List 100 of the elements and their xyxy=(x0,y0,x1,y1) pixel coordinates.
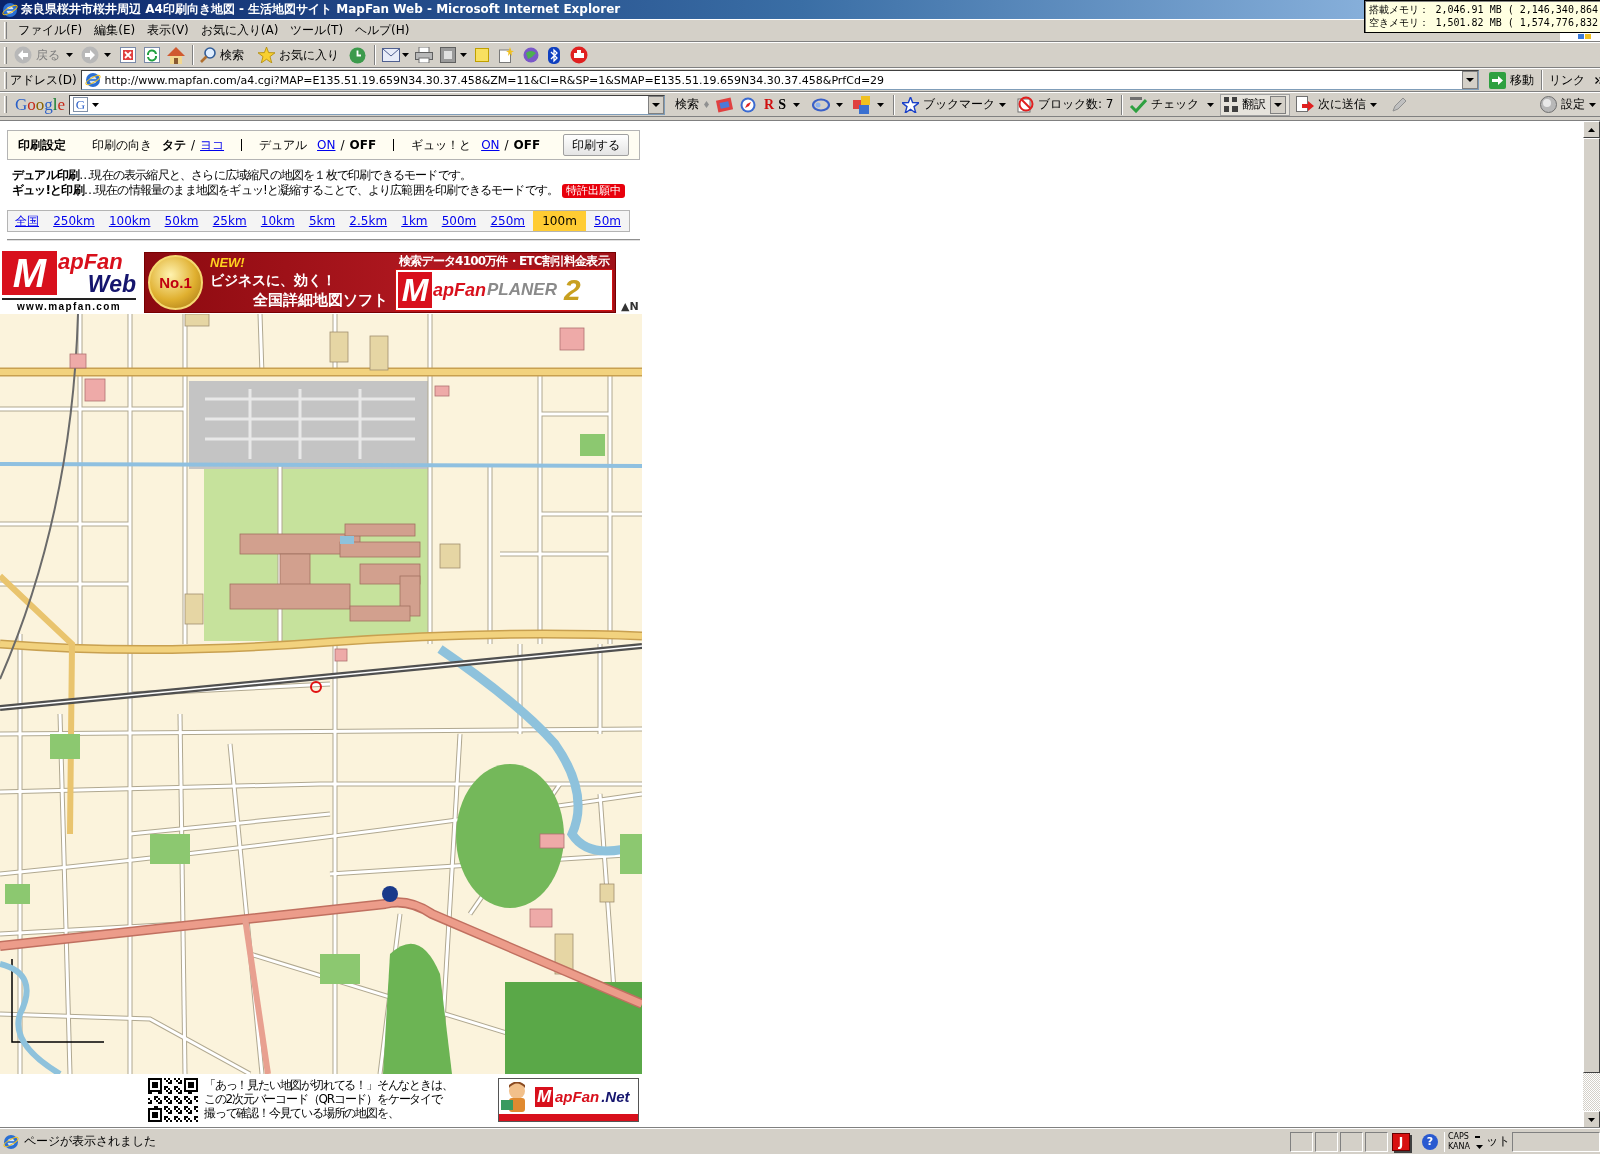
new-tag: NEW! xyxy=(210,255,388,270)
refresh-icon[interactable] xyxy=(144,47,160,63)
address-field[interactable]: http://www.mapfan.com/a4.cgi?MAP=E135.51.19.659N34.30.37.458&ZM=11&CI=R&SP=1&SMAP=E135.51.19.659N34.30.37.458&PrfCd=29 xyxy=(80,70,1479,90)
squares-icon[interactable] xyxy=(853,95,871,114)
caret-icon[interactable] xyxy=(793,102,800,107)
spellcheck-button[interactable]: チェック xyxy=(1125,93,1204,116)
favorites-button[interactable]: お気に入り xyxy=(254,44,343,66)
option-link[interactable]: ON xyxy=(317,138,336,152)
go-button[interactable]: 移動 xyxy=(1484,69,1538,91)
browser-icon[interactable] xyxy=(84,72,101,88)
zone-text: ット xyxy=(1486,1133,1510,1150)
caret-icon[interactable] xyxy=(104,53,111,57)
search-icon[interactable] xyxy=(200,47,216,63)
search-button[interactable]: 検索 xyxy=(196,44,248,66)
kana-label: KANA xyxy=(1447,1141,1470,1152)
logo-product[interactable]: Web xyxy=(87,273,136,295)
compass-icon[interactable] xyxy=(740,96,757,113)
browser-icon xyxy=(3,1133,19,1150)
menu-item[interactable]: お気に入り(A) xyxy=(197,22,282,39)
product-version: 2 xyxy=(563,274,581,306)
ring-icon[interactable] xyxy=(812,97,830,112)
caret-icon[interactable] xyxy=(1207,102,1215,107)
bluetooth-icon[interactable] xyxy=(548,46,560,64)
banner-headline: ビジネスに、効く！ xyxy=(210,270,337,290)
dash-icon xyxy=(1474,1135,1480,1138)
translate-button[interactable]: 翻訳 xyxy=(1220,93,1291,116)
scale-link[interactable]: 50m xyxy=(588,211,627,231)
memory-reading: 搭載メモリ： 2,046.91 MB ( 2,146,340,864 xyxy=(1369,3,1598,16)
arrow-right-icon[interactable] xyxy=(1488,71,1506,89)
printer-icon[interactable] xyxy=(415,47,433,63)
logo-name[interactable]: apFan xyxy=(58,251,123,273)
caret-icon[interactable] xyxy=(402,53,409,57)
arrow-down-icon[interactable] xyxy=(1588,1117,1595,1122)
google-logo[interactable]: Google xyxy=(15,94,66,115)
scale-link[interactable]: 10km xyxy=(254,211,301,231)
option-link[interactable]: ヨコ xyxy=(200,136,225,154)
description-text: デュアル印刷…現在の表示縮尺と、さらに広域縮尺の地図を１枚で印刷できるモードです。 xyxy=(12,168,472,183)
current-option: OFF xyxy=(349,138,377,152)
settings-button[interactable]: 設定 xyxy=(1536,93,1600,116)
menu-item[interactable]: 編集(E) xyxy=(91,22,139,39)
caret-icon[interactable] xyxy=(1589,102,1596,107)
grid-icon[interactable] xyxy=(1224,96,1239,113)
menu-item[interactable]: ファイル(F) xyxy=(15,22,86,39)
menu-item[interactable]: ヘルプ(H) xyxy=(352,22,413,39)
scroll-up-button[interactable] xyxy=(1583,121,1600,138)
caret-icon[interactable] xyxy=(999,102,1006,107)
checkmark-icon[interactable] xyxy=(1129,96,1148,113)
scale-link[interactable]: 100km xyxy=(102,211,157,231)
send-page-icon[interactable] xyxy=(1296,96,1315,113)
caret-icon[interactable] xyxy=(66,53,73,57)
scale-link[interactable]: 2.5km xyxy=(343,211,394,231)
browser-icon xyxy=(2,1,18,18)
home-icon[interactable] xyxy=(167,46,185,64)
popup-blocker-button[interactable]: ブロック数: 7 xyxy=(1012,93,1118,116)
print-button[interactable]: 印刷する xyxy=(563,134,629,156)
caret-icon[interactable] xyxy=(1370,102,1378,107)
mail-icon[interactable] xyxy=(382,48,400,62)
caret-icon[interactable] xyxy=(1476,1144,1483,1149)
menu-item[interactable]: ツール(T) xyxy=(287,22,347,39)
caret-icon[interactable] xyxy=(836,102,843,107)
option-link[interactable]: ON xyxy=(481,138,500,152)
logo-initial[interactable]: M xyxy=(2,251,57,295)
no-entry-icon[interactable] xyxy=(1016,96,1034,113)
sparkle-page-icon[interactable] xyxy=(499,47,514,63)
net-name: apFan xyxy=(555,1088,600,1105)
chevron-icon[interactable] xyxy=(1594,76,1600,84)
net-initial: M xyxy=(535,1086,553,1107)
caret-icon[interactable] xyxy=(877,102,884,107)
scale-link[interactable]: 250km xyxy=(47,211,101,231)
bookmarks-button[interactable]: ブックマーク xyxy=(898,93,1010,116)
star-icon[interactable] xyxy=(902,96,919,113)
window-icon[interactable] xyxy=(440,47,456,63)
star-icon[interactable] xyxy=(258,47,275,63)
scale-link[interactable]: 500m xyxy=(435,211,483,231)
send-button[interactable]: 次に送信 xyxy=(1292,93,1382,116)
status-pane xyxy=(1339,1131,1363,1152)
scale-link[interactable]: 50km xyxy=(158,211,205,231)
sphere-icon[interactable] xyxy=(1540,96,1557,113)
scale-link[interactable]: 25km xyxy=(206,211,253,231)
google-search-button[interactable]: 検索 xyxy=(671,93,704,116)
net-banner[interactable]: M apFan.Net xyxy=(498,1078,639,1122)
scale-link[interactable]: 全国 xyxy=(9,211,45,231)
stop-icon[interactable] xyxy=(120,47,136,63)
search-field[interactable]: G xyxy=(69,94,666,115)
disc-icon[interactable] xyxy=(570,46,588,64)
scale-link[interactable]: 250m xyxy=(484,211,532,231)
globe-icon[interactable] xyxy=(523,47,539,63)
scale-link[interactable]: 5km xyxy=(302,211,342,231)
tilted-card-icon[interactable] xyxy=(716,96,734,113)
scale-link[interactable]: 1km xyxy=(395,211,434,231)
links-button[interactable]: リンク xyxy=(1544,69,1600,91)
menu-item[interactable]: 表示(V) xyxy=(144,22,192,39)
ime-badge[interactable]: J xyxy=(1391,1132,1410,1151)
caret-icon[interactable] xyxy=(92,102,100,107)
panel-title: 印刷設定 xyxy=(18,136,66,154)
arrow-up-icon[interactable] xyxy=(1588,127,1595,132)
engine-badge[interactable]: G xyxy=(73,97,89,112)
caret-icon[interactable] xyxy=(460,53,467,57)
help-badge[interactable]: ? xyxy=(1421,1133,1438,1150)
clock-icon[interactable] xyxy=(349,46,366,64)
